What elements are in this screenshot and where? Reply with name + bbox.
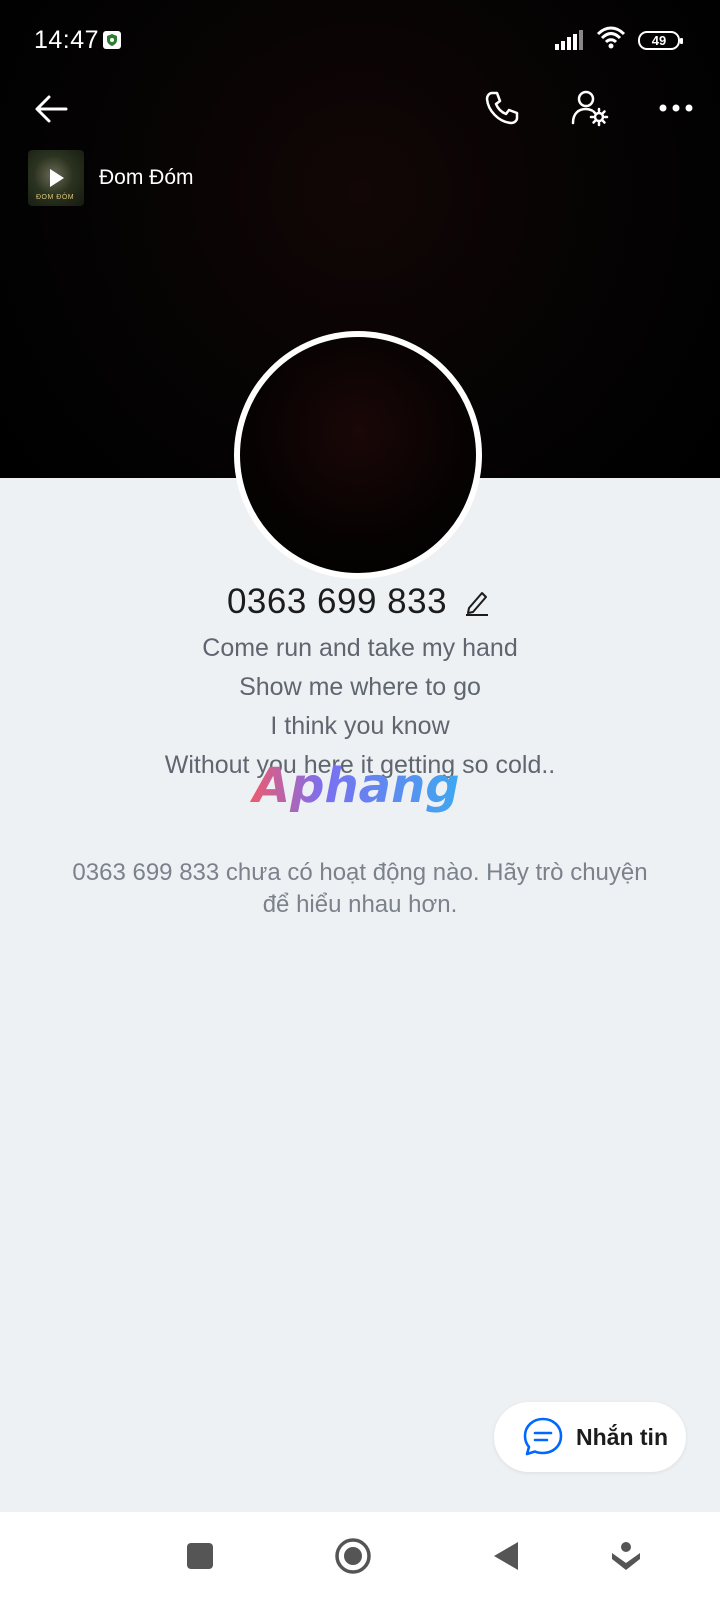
watermark-text: Aphang: [249, 758, 460, 814]
signal-icon: [555, 30, 585, 55]
home-button[interactable]: [331, 1534, 375, 1578]
back-nav-button[interactable]: [484, 1534, 528, 1578]
user-settings-button[interactable]: [564, 82, 616, 134]
bio-line: I think you know: [270, 712, 450, 740]
recents-button[interactable]: [178, 1534, 222, 1578]
triangle-back-icon: [494, 1542, 518, 1570]
status-bar: 14:47 49: [0, 0, 720, 80]
music-thumbnail: ĐOM ĐÓM: [28, 150, 84, 206]
more-button[interactable]: [650, 82, 702, 134]
chat-bubble-icon: [523, 1417, 563, 1456]
message-button[interactable]: Nhắn tin: [494, 1402, 686, 1472]
music-title: Đom Đóm: [99, 166, 194, 189]
message-button-label: Nhắn tin: [576, 1423, 668, 1450]
back-arrow-icon: [35, 95, 68, 123]
empty-activity-note: 0363 699 833 chưa có hoạt động nào. Hãy …: [72, 859, 648, 918]
music-thumb-text: ĐOM ĐÓM: [36, 194, 75, 201]
battery-icon: 49: [638, 31, 683, 50]
avatar[interactable]: [234, 331, 482, 579]
phone-icon: [485, 91, 519, 125]
play-icon: [50, 169, 64, 187]
watermark-logo: Aphang: [249, 758, 460, 814]
home-circle-icon: [335, 1538, 371, 1574]
square-icon: [187, 1543, 213, 1569]
profile-music[interactable]: ĐOM ĐÓM Đom Đóm: [28, 150, 194, 206]
wifi-icon: [596, 26, 626, 55]
system-nav-bar: [0, 1512, 720, 1600]
assistant-button[interactable]: [604, 1534, 648, 1578]
more-icon: [659, 104, 693, 112]
back-button[interactable]: [26, 84, 76, 134]
profile-name: 0363 699 833: [226, 582, 448, 621]
profile-screen: 14:47 49 ĐOM ĐÓM Đom Đóm 0363 699 833 Co…: [0, 0, 720, 1600]
pencil-icon: [466, 592, 489, 616]
bio-line: Show me where to go: [239, 673, 481, 701]
user-settings-icon: [571, 90, 609, 127]
profile-name-row: 0363 699 833: [0, 582, 720, 622]
edit-name-button[interactable]: [461, 586, 493, 618]
shield-icon: [102, 30, 122, 55]
bio-line: Come run and take my hand: [202, 634, 518, 662]
status-time: 14:47: [34, 26, 100, 54]
call-button[interactable]: [476, 82, 528, 134]
assistant-icon: [612, 1542, 640, 1570]
